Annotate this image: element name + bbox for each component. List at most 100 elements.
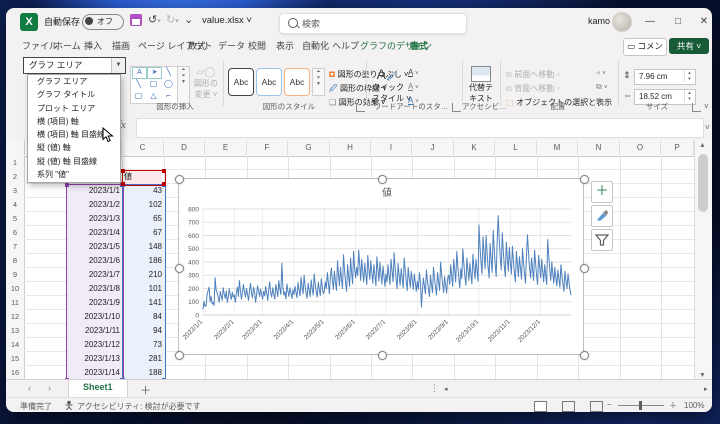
maximize-button[interactable]: □	[668, 12, 688, 32]
sheet-nav-next-icon[interactable]: ›	[48, 383, 51, 393]
close-button[interactable]: ✕	[694, 12, 712, 32]
zoom-in-icon[interactable]: ＋	[669, 400, 677, 411]
chart-plot[interactable]: 01002003004005006007008002023/1/12023/2/…	[179, 179, 583, 354]
cell-B6-date[interactable]: 2023/1/4	[67, 226, 123, 240]
cell-B5-date[interactable]: 2023/1/3	[67, 212, 123, 226]
row-header-10[interactable]: 10	[6, 282, 25, 297]
shape-gallery-scroll[interactable]: ⏶⏷▼	[177, 66, 190, 104]
scrollbar-splitter[interactable]: ⋮	[430, 383, 439, 394]
hscroll-right-icon[interactable]: ▸	[704, 385, 708, 393]
shape-elbow-icon[interactable]: ⌐	[162, 91, 175, 101]
cell-C11-value[interactable]: 141	[123, 296, 165, 310]
page-layout-view-icon[interactable]	[562, 401, 575, 412]
cell-B14-date[interactable]: 2023/1/12	[67, 338, 123, 352]
shape-height-input[interactable]: 7.96 cm ▴▾	[634, 69, 696, 85]
cell-C7-value[interactable]: 148	[123, 240, 165, 254]
chart-area[interactable]: 01002003004005006007008002023/1/12023/2/…	[178, 178, 584, 355]
page-break-view-icon[interactable]	[590, 401, 603, 412]
cell-B16-date[interactable]: 2023/1/14	[67, 366, 123, 380]
cell-B4-date[interactable]: 2023/1/2	[67, 198, 123, 212]
cell-C9-value[interactable]: 210	[123, 268, 165, 282]
collapse-ribbon-icon[interactable]: ˅	[704, 102, 709, 111]
ribbon-tab-9[interactable]: 自動化	[300, 38, 331, 56]
ribbon-tab-8[interactable]: 表示	[274, 38, 296, 56]
normal-view-icon[interactable]	[534, 401, 547, 412]
row-header-2[interactable]: 2	[6, 170, 25, 185]
ribbon-tab-5[interactable]: 数式	[186, 38, 208, 56]
quick-styles-button[interactable]: A🖌 クイック スタイル ˅	[372, 66, 402, 104]
shape-line2-icon[interactable]: ╲	[132, 79, 145, 89]
row-header-5[interactable]: 5	[6, 212, 25, 227]
cell-C13-value[interactable]: 94	[123, 324, 165, 338]
shape-styles-dialog-launcher[interactable]	[356, 103, 365, 112]
shape-style-preset-1[interactable]: Abc	[228, 68, 254, 96]
alt-text-button[interactable]: 代替テ キスト	[467, 66, 495, 104]
cell-B3-date[interactable]: 2023/1/1	[67, 184, 123, 198]
row-header-8[interactable]: 8	[6, 254, 25, 269]
text-outline-button[interactable]: A ˅	[408, 82, 419, 91]
chart-element-selector[interactable]: グラフ エリア ▼	[23, 57, 126, 74]
row-header-7[interactable]: 7	[6, 240, 25, 255]
new-sheet-button[interactable]: ＋	[140, 382, 151, 398]
cell-B9-date[interactable]: 2023/1/7	[67, 268, 123, 282]
chevron-down-icon[interactable]: ▼	[111, 58, 125, 73]
chart-elements-button[interactable]: ＋	[591, 181, 613, 203]
undo-icon[interactable]: ↺˅	[148, 13, 161, 26]
cell-C5-value[interactable]: 65	[123, 212, 165, 226]
ribbon-tab-format[interactable]: 書式	[408, 38, 430, 58]
scroll-up-icon[interactable]: ▲	[699, 142, 706, 149]
share-button[interactable]: 共有 ˅	[669, 38, 709, 54]
row-header-15[interactable]: 15	[6, 352, 25, 367]
dropdown-item-7[interactable]: 系列 "値"	[28, 168, 120, 181]
zoom-out-icon[interactable]: −	[607, 400, 612, 409]
user-avatar[interactable]	[612, 12, 632, 32]
chart-handle-se[interactable]	[580, 351, 589, 360]
cell-B15-date[interactable]: 2023/1/13	[67, 352, 123, 366]
accessibility-status[interactable]: アクセシビリティ: 検討が必要です	[77, 401, 201, 412]
ribbon-tab-6[interactable]: データ	[216, 38, 247, 56]
cell-C8-value[interactable]: 186	[123, 254, 165, 268]
row-header-9[interactable]: 9	[6, 268, 25, 283]
shape-square-icon[interactable]: ▢	[132, 91, 145, 101]
minimize-button[interactable]: —	[640, 12, 660, 32]
formula-input[interactable]	[136, 118, 704, 138]
ribbon-tab-7[interactable]: 校閲	[246, 38, 268, 56]
dropdown-item-0[interactable]: グラフ エリア	[28, 75, 120, 88]
chart-styles-button[interactable]	[591, 205, 613, 227]
vertical-scrollbar[interactable]: ▲ ▼	[694, 140, 712, 387]
cell-C2-value-header[interactable]: 値	[124, 170, 162, 184]
shape-arrow-box-icon[interactable]: ➤	[147, 67, 162, 79]
row-header-11[interactable]: 11	[6, 296, 25, 311]
dropdown-item-1[interactable]: グラフ タイトル	[28, 88, 120, 101]
chart-handle-e[interactable]	[580, 264, 589, 273]
shape-style-scroll[interactable]: ⏶⏷▼	[312, 68, 325, 96]
cell-C12-value[interactable]: 84	[123, 310, 165, 324]
comments-button[interactable]: ▭ コメント	[623, 38, 667, 56]
user-name[interactable]: kamo	[588, 16, 610, 26]
chart-handle-s[interactable]	[378, 351, 387, 360]
cell-B11-date[interactable]: 2023/1/9	[67, 296, 123, 310]
ribbon-tab-3[interactable]: 描画	[110, 38, 132, 56]
hscroll-left-icon[interactable]: ◂	[444, 385, 448, 393]
shape-oval-icon[interactable]: ◯	[162, 79, 175, 89]
document-title[interactable]: value.xlsx ˅	[202, 15, 252, 26]
chart-handle-nw[interactable]	[175, 175, 184, 184]
shape-textbox-icon[interactable]: A	[132, 67, 147, 79]
cell-C15-value[interactable]: 281	[123, 352, 165, 366]
dropdown-item-6[interactable]: 縦 (値) 軸 目盛線	[28, 155, 120, 168]
zoom-level[interactable]: 100%	[684, 401, 704, 410]
row-header-3[interactable]: 3	[6, 184, 25, 199]
formula-bar-expand-icon[interactable]: ˅	[705, 123, 710, 132]
ribbon-tab-10[interactable]: ヘルプ	[330, 38, 361, 56]
wordart-dialog-launcher[interactable]	[452, 103, 461, 112]
chart-filters-button[interactable]	[591, 229, 613, 251]
cell-B8-date[interactable]: 2023/1/6	[67, 254, 123, 268]
shape-style-preset-2[interactable]: Abc	[256, 68, 282, 96]
cell-B10-date[interactable]: 2023/1/8	[67, 282, 123, 296]
cell-C4-value[interactable]: 102	[123, 198, 165, 212]
chart-handle-sw[interactable]	[175, 351, 184, 360]
text-fill-button[interactable]: A ˅	[408, 68, 419, 77]
row-header-14[interactable]: 14	[6, 338, 25, 353]
size-dialog-launcher[interactable]	[692, 103, 701, 112]
shape-style-preset-3[interactable]: Abc	[284, 68, 310, 96]
